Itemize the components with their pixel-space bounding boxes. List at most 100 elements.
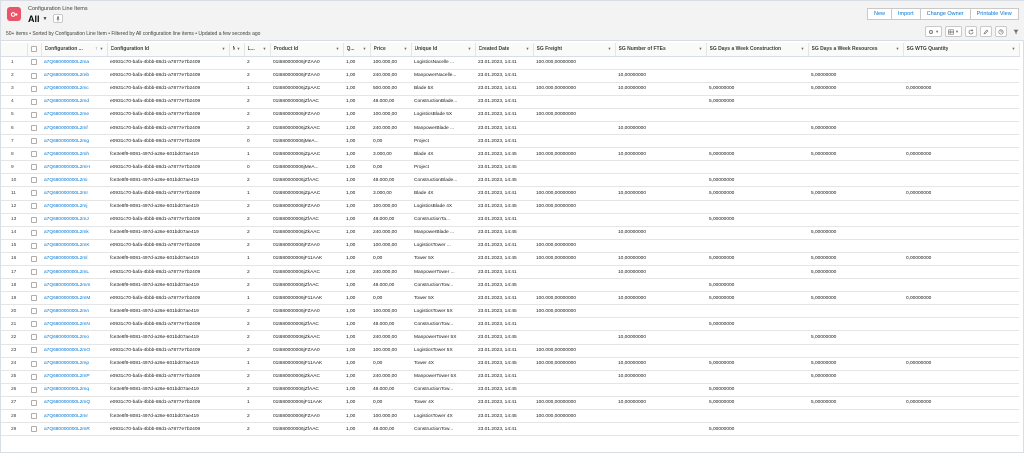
cell-name[interactable]: a7Q680000000L2mN: [41, 317, 107, 332]
row-select-checkbox[interactable]: [31, 216, 37, 223]
row-select-checkbox[interactable]: [31, 72, 37, 79]
column-actions-chevron-icon[interactable]: ▼: [1012, 46, 1016, 51]
change-owner-button[interactable]: Change Owner: [920, 8, 971, 20]
cell-name[interactable]: a7Q680000000L2mb: [41, 69, 107, 83]
filters-button[interactable]: [1010, 26, 1021, 37]
display-as-button[interactable]: ▼: [945, 26, 962, 37]
column-actions-chevron-icon[interactable]: ▼: [363, 46, 367, 51]
row-select-checkbox[interactable]: [31, 360, 37, 367]
row-select-checkbox[interactable]: [31, 229, 37, 236]
column-actions-chevron-icon[interactable]: ▼: [336, 46, 340, 51]
column-actions-chevron-icon[interactable]: ▼: [222, 46, 226, 51]
cell-name[interactable]: a7Q680000000L2mp: [41, 357, 107, 371]
refresh-button[interactable]: [965, 26, 977, 37]
column-actions-chevron-icon[interactable]: ▼: [608, 46, 612, 51]
column-header-wtg[interactable]: SG WTG Quantity ▼: [903, 43, 1020, 57]
cell-name[interactable]: a7Q680000000L2mR: [41, 422, 107, 437]
printable-view-button[interactable]: Printable View: [970, 8, 1019, 20]
cell-name[interactable]: a7Q680000000L2mk: [41, 226, 107, 240]
column-header-l[interactable]: L... ▼: [244, 43, 271, 57]
row-select-checkbox[interactable]: [31, 308, 37, 315]
row-select-checkbox[interactable]: [31, 268, 37, 275]
cell-name[interactable]: a7Q680000000L2mo: [41, 330, 107, 345]
column-actions-chevron-icon[interactable]: ▼: [404, 46, 408, 51]
row-select-checkbox[interactable]: [31, 386, 37, 393]
row-select-checkbox[interactable]: [31, 373, 37, 380]
column-header-created[interactable]: Created Date ▼: [475, 43, 534, 57]
import-button[interactable]: Import: [892, 8, 921, 20]
row-select-checkbox[interactable]: [31, 321, 37, 328]
column-header-ftes[interactable]: SG Number of FTEs ▼: [615, 43, 707, 57]
column-header-name[interactable]: Configuration ... ↑ ▼: [41, 43, 108, 57]
column-actions-chevron-icon[interactable]: ▼: [237, 46, 241, 51]
inline-edit-button[interactable]: [980, 26, 992, 37]
column-header-config_id[interactable]: Configuration Id ▼: [107, 43, 230, 57]
column-actions-chevron-icon[interactable]: ▼: [263, 46, 267, 51]
list-settings-button[interactable]: ▼: [925, 26, 943, 37]
row-select-checkbox[interactable]: [31, 399, 37, 406]
row-select-checkbox[interactable]: [31, 85, 37, 92]
column-header-days_res[interactable]: SG Days a Week Resources ▼: [808, 43, 904, 57]
column-actions-chevron-icon[interactable]: ▼: [526, 46, 530, 51]
row-select-checkbox[interactable]: [31, 203, 37, 210]
cell-name[interactable]: a7Q680000000L2ma: [41, 56, 107, 70]
row-select-checkbox[interactable]: [31, 426, 37, 433]
cell-name[interactable]: a7Q680000000L2mP: [41, 370, 107, 384]
cell-name[interactable]: a7Q680000000L2mK: [41, 239, 107, 253]
column-actions-chevron-icon[interactable]: ▼: [468, 46, 472, 51]
cell-name[interactable]: a7Q680000000L2mi: [41, 173, 107, 188]
cell-name[interactable]: a7Q680000000L2mm: [41, 278, 107, 293]
row-select-checkbox[interactable]: [31, 98, 37, 105]
row-select-checkbox[interactable]: [31, 255, 37, 262]
cell-name[interactable]: a7Q680000000L2mI: [41, 186, 107, 201]
column-header-q[interactable]: Q... ▼: [343, 43, 371, 57]
column-header-price[interactable]: Price ▼: [370, 43, 412, 57]
cell-name[interactable]: a7Q680000000L2mf: [41, 121, 107, 136]
column-actions-chevron-icon[interactable]: ▼: [699, 46, 703, 51]
row-select-checkbox[interactable]: [31, 124, 37, 131]
column-header-product_id[interactable]: Product Id ▼: [270, 43, 344, 57]
cell-name[interactable]: a7Q680000000L2ml: [41, 252, 107, 267]
row-select-checkbox[interactable]: [31, 164, 37, 171]
column-actions-chevron-icon[interactable]: ▼: [100, 46, 104, 51]
cell-name[interactable]: a7Q680000000L2mH: [41, 160, 107, 175]
row-select-checkbox[interactable]: [31, 282, 37, 288]
column-header-n[interactable]: N...▼: [229, 43, 245, 57]
row-select-checkbox[interactable]: [31, 137, 37, 144]
row-select-checkbox[interactable]: [31, 151, 37, 158]
row-select-checkbox[interactable]: [31, 347, 37, 354]
cell-name[interactable]: a7Q680000000L2mQ: [41, 396, 107, 411]
cell-name[interactable]: a7Q680000000L2md: [41, 95, 107, 109]
cell-name[interactable]: a7Q680000000L2mr: [41, 409, 107, 424]
cell-name[interactable]: a7Q680000000L2mc: [41, 82, 107, 96]
new-button[interactable]: New: [867, 8, 893, 20]
row-select-checkbox[interactable]: [31, 59, 37, 66]
select-all-checkbox[interactable]: [31, 46, 37, 53]
column-header-freight[interactable]: SG Freight ▼: [533, 43, 616, 57]
cell-name[interactable]: a7Q680000000L2mJ: [41, 213, 107, 227]
cell-name[interactable]: a7Q680000000L2mO: [41, 344, 107, 358]
column-actions-chevron-icon[interactable]: ▼: [896, 46, 900, 51]
row-select-checkbox[interactable]: [31, 177, 37, 184]
cell-name[interactable]: a7Q680000000L2mh: [41, 147, 107, 162]
column-header-cb[interactable]: [27, 43, 42, 57]
row-select-checkbox[interactable]: [31, 295, 37, 302]
column-actions-chevron-icon[interactable]: ▼: [801, 46, 805, 51]
column-header-days_constr[interactable]: SG Days a Week Construction ▼: [706, 43, 809, 57]
row-select-checkbox[interactable]: [31, 242, 37, 249]
cell-name[interactable]: a7Q680000000L2mn: [41, 304, 107, 319]
column-header-unique_id[interactable]: Unique Id ▼: [411, 43, 476, 57]
row-select-checkbox[interactable]: [31, 111, 37, 118]
cell-name[interactable]: a7Q680000000L2mj: [41, 200, 107, 214]
list-view-picker[interactable]: All ▼: [28, 14, 47, 24]
row-select-checkbox[interactable]: [31, 412, 37, 419]
row-select-checkbox[interactable]: [31, 190, 37, 197]
row-select-checkbox[interactable]: [31, 334, 37, 341]
pin-list-view-button[interactable]: [53, 14, 63, 23]
charts-button[interactable]: [995, 26, 1007, 37]
cell-name[interactable]: a7Q680000000L2me: [41, 108, 107, 122]
cell-name[interactable]: a7Q680000000L2mg: [41, 134, 107, 149]
cell-name[interactable]: a7Q680000000L2mL: [41, 265, 107, 280]
cell-name[interactable]: a7Q680000000L2mq: [41, 383, 107, 397]
cell-name[interactable]: a7Q680000000L2mM: [41, 291, 107, 306]
